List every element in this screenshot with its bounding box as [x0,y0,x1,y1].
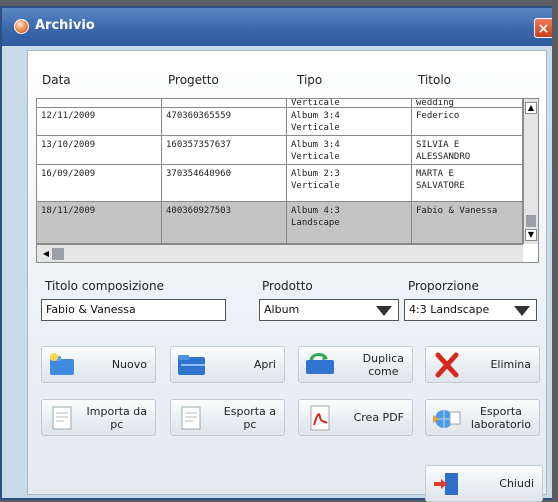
horizontal-scrollbar[interactable]: ◀ [37,244,523,262]
scroll-up-icon[interactable]: ▲ [525,102,537,114]
table-cell: 370354640960 [162,165,287,201]
title-bar[interactable]: Archivio × [2,8,552,46]
prodotto-select[interactable]: Album [259,299,399,321]
new-folder-icon [50,353,74,375]
elimina-button[interactable]: Elimina [425,346,540,383]
table-cell: 470360365559 [162,107,287,135]
duplica-button[interactable]: Duplica come [298,346,413,383]
chiudi-button[interactable]: Chiudi [425,465,543,502]
column-header-progetto[interactable]: Progetto [168,73,219,87]
apri-button[interactable]: Apri [170,346,285,383]
table-row-selected[interactable]: 18/11/2009 400360927503 Album 4:3 Landsc… [37,202,523,244]
column-header-tipo[interactable]: Tipo [297,73,322,87]
table-cell: Federico [412,107,523,135]
table-cell: Album 3:4 Verticale [287,107,412,135]
exit-door-icon [434,473,458,495]
scroll-thumb[interactable] [52,248,64,260]
table-cell: wedding [412,99,523,107]
window-body: Data Progetto Tipo Titolo Verticale wedd… [2,46,552,502]
proporzione-select[interactable]: 4:3 Landscape [404,299,537,321]
importa-label: Importa da pc [86,404,147,431]
esporta-pc-button[interactable]: Esporta a pc [170,399,285,436]
scroll-down-icon[interactable]: ▼ [525,229,537,241]
esporta-pc-label: Esporta a pc [223,404,276,431]
pdf-icon [310,405,330,431]
titolo-label: Titolo composizione [45,279,164,293]
grid-header: Data Progetto Tipo Titolo [28,51,548,99]
duplica-label: Duplica come [362,351,404,378]
nuovo-label: Nuovo [111,358,147,371]
table-row[interactable]: 12/11/2009 470360365559 Album 3:4 Vertic… [37,107,523,136]
table-row[interactable]: 13/10/2009 160357357637 Album 3:4 Vertic… [37,136,523,165]
table-cell: 16/09/2009 [37,165,162,201]
titolo-input[interactable]: Fabio & Vanessa [41,299,226,321]
chevron-down-icon[interactable] [376,306,392,316]
app-icon [14,19,29,34]
table-cell: Album 2:3 Verticale [287,165,412,201]
archive-table[interactable]: Verticale wedding 12/11/2009 47036036555… [36,98,539,263]
scroll-left-icon[interactable]: ◀ [39,248,53,260]
proporzione-value: 4:3 Landscape [409,303,490,316]
nuovo-button[interactable]: Nuovo [41,346,156,383]
table-cell: Fabio & Vanessa [412,202,523,243]
crea-pdf-button[interactable]: Crea PDF [298,399,413,436]
importa-button[interactable]: Importa da pc [41,399,156,436]
column-header-titolo[interactable]: Titolo [418,73,451,87]
table-cell: 160357357637 [162,136,287,164]
table-cell: Verticale [287,99,412,107]
elimina-label: Elimina [490,358,531,371]
open-folder-icon [178,355,205,375]
proporzione-label: Proporzione [408,279,479,293]
esporta-laboratorio-label: Esporta laboratorio [470,404,531,431]
scroll-thumb[interactable] [526,215,536,227]
table-cell: 12/11/2009 [37,107,162,135]
content-panel: Data Progetto Tipo Titolo Verticale wedd… [27,50,548,502]
prodotto-label: Prodotto [262,279,313,293]
duplicate-icon [306,353,334,374]
table-cell: MARTA E SALVATORE [412,165,523,201]
table-cell: 13/10/2009 [37,136,162,164]
delete-x-icon [435,352,459,378]
export-document-icon [181,406,201,430]
apri-label: Apri [253,358,276,371]
table-cell: Album 3:4 Verticale [287,136,412,164]
close-button[interactable]: × [534,18,552,38]
chiudi-label: Chiudi [499,477,534,490]
column-header-data[interactable]: Data [42,73,71,87]
window-title: Archivio [35,18,95,33]
prodotto-value: Album [264,303,300,316]
table-cell: 18/11/2009 [37,202,162,243]
esporta-laboratorio-button[interactable]: Esporta laboratorio [425,399,540,436]
crea-pdf-label: Crea PDF [353,411,404,424]
import-document-icon [52,406,72,430]
archive-window: Archivio × Data Progetto Tipo Titolo Ver… [0,6,552,502]
network-export-icon [433,410,461,428]
table-cell: Album 4:3 Landscape [287,202,412,243]
table-cell: 400360927503 [162,202,287,243]
table-cell: SILVIA E ALESSANDRO [412,136,523,164]
vertical-scrollbar[interactable]: ▲ ▼ [523,99,538,244]
chevron-down-icon[interactable] [514,306,530,316]
table-row[interactable]: 16/09/2009 370354640960 Album 2:3 Vertic… [37,165,523,202]
